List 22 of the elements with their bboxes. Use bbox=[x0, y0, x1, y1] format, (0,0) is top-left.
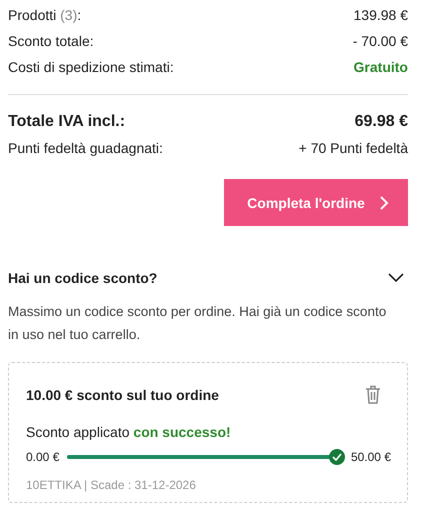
trash-icon[interactable] bbox=[365, 385, 381, 404]
coupon-status: Sconto applicato con successo! bbox=[26, 424, 232, 440]
range-max: 50.00 € bbox=[350, 450, 391, 464]
range-min: 0.00 € bbox=[26, 450, 60, 464]
summary-label: Sconto totale: bbox=[8, 33, 94, 49]
chevron-right-icon bbox=[378, 194, 389, 210]
checkout-button[interactable]: Completa l'ordine bbox=[224, 179, 408, 226]
points-value: + 70 Punti fedeltà bbox=[298, 140, 408, 156]
summary-label: Costi di spedizione stimati: bbox=[8, 59, 174, 75]
summary-label: Prodotti (3): bbox=[8, 7, 82, 23]
chevron-down-icon[interactable] bbox=[388, 273, 404, 283]
summary-value: 139.98 € bbox=[354, 7, 408, 23]
points-label: Punti fedeltà guadagnati: bbox=[8, 140, 163, 156]
check-icon bbox=[328, 449, 345, 465]
coupon-title: 10.00 € sconto sul tuo ordine bbox=[26, 386, 219, 402]
coupon-note: Massimo un codice sconto per ordine. Hai già un codice sconto in uso nel tuo carrello. bbox=[8, 303, 388, 344]
summary-value: - 70.00 € bbox=[352, 33, 408, 49]
total-label: Totale IVA incl.: bbox=[8, 113, 126, 131]
summary-value: Gratuito bbox=[354, 59, 408, 75]
coupon-heading: Hai un codice sconto? bbox=[8, 270, 158, 286]
coupon-code: 10ETTIKA | Scade : 31-12-2026 bbox=[26, 478, 197, 492]
total-value: 69.98 € bbox=[354, 113, 408, 131]
